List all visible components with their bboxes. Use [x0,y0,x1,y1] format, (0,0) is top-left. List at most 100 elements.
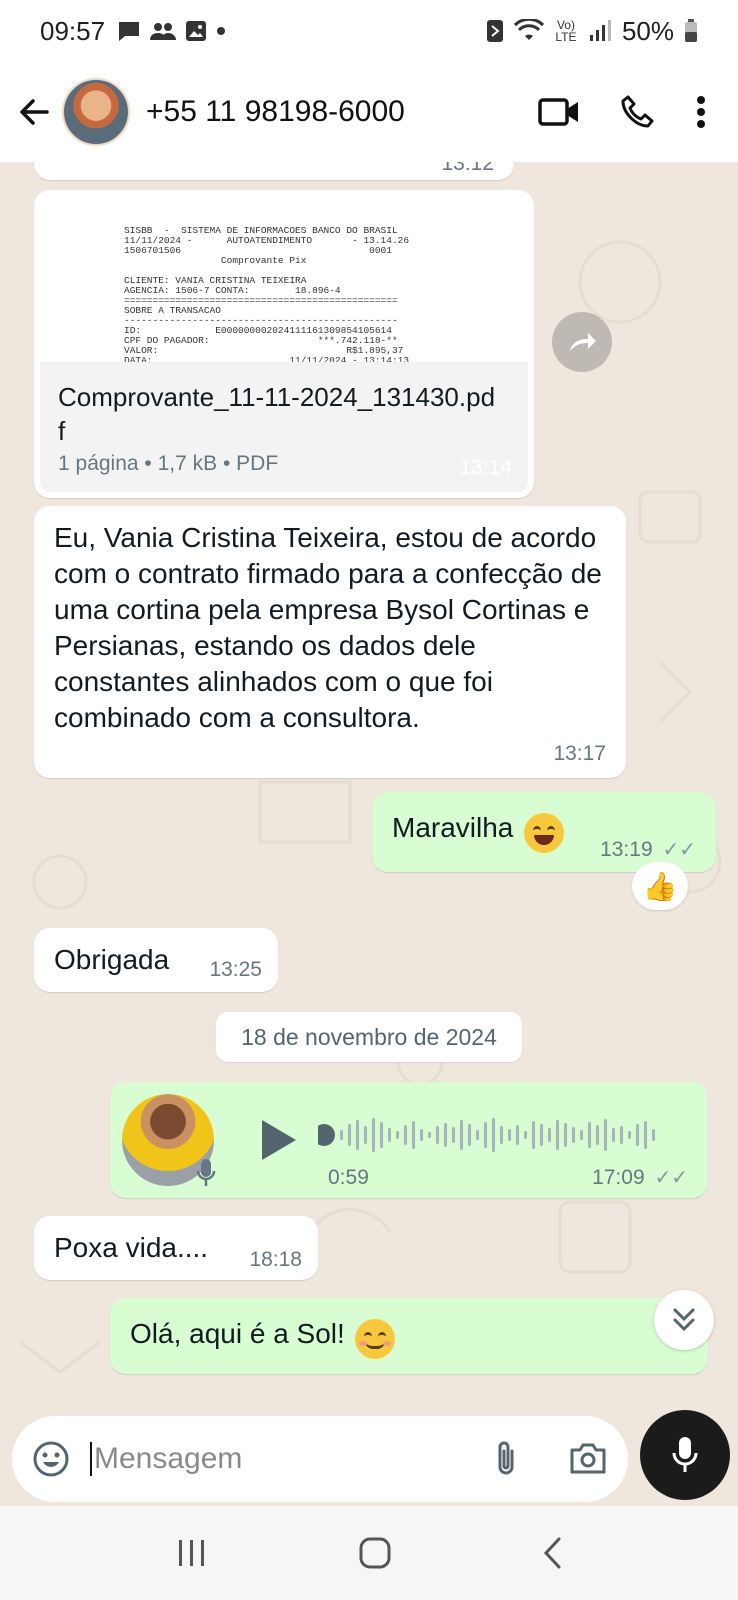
document-file-name: Comprovante_11-11-2024_131430.pdf [58,382,496,446]
message-time-wrap: 13:19 ✓✓ [600,837,696,862]
waveform-bar [348,1124,351,1146]
recents-icon[interactable] [175,1538,209,1568]
waveform-bar [596,1125,599,1145]
waveform-bar [548,1128,551,1142]
message-text: Maravilha [392,812,514,843]
phone-icon[interactable] [620,94,656,130]
smiling-face-icon [355,1318,396,1359]
waveform-bar [460,1120,463,1150]
waveform-bar [612,1128,615,1142]
document-info: Comprovante_11-11-2024_131430.pdf 1 pági… [40,362,528,492]
battery-percent: 50% [621,15,674,46]
waveform-bar [340,1130,343,1140]
waveform-bar [652,1129,655,1141]
waveform-bar [468,1124,471,1146]
header-actions [538,94,726,130]
message-text: Olá, aqui é a Sol! [130,1318,345,1349]
message-time: 13:12 [441,162,494,175]
voice-duration: 0:59 [328,1166,369,1189]
play-icon[interactable] [258,1118,298,1162]
attach-icon[interactable] [492,1439,520,1479]
wifi-icon [513,19,544,40]
waveform-bar [556,1120,559,1150]
waveform-bar [532,1121,535,1149]
mic-icon [196,1158,216,1194]
waveform-bar [372,1118,375,1152]
outgoing-message[interactable]: Olá, aqui é a Sol! [110,1298,708,1374]
camera-icon[interactable] [568,1442,608,1476]
message-time: 18:18 [249,1248,302,1271]
waveform-bar [452,1127,455,1143]
waveform-bar [412,1121,415,1149]
waveform-bar [428,1132,431,1138]
grinning-face-icon [523,812,564,853]
message-time: 13:25 [209,958,262,981]
double-chevron-down-icon [673,1308,695,1332]
waveform-bar [476,1130,479,1140]
battery-icon [685,19,697,42]
status-right-icons: Vo) LTE 50% [486,16,698,47]
message-input[interactable] [90,1442,450,1476]
status-bar: 09:57 Vo) LTE 50% [0,0,738,62]
document-meta: 1 página • 1,7 kB • PDF [58,452,279,475]
waveform-bar [516,1125,519,1145]
waveform-bar [580,1130,583,1140]
message-time: 13:17 [553,742,606,765]
more-icon[interactable] [696,95,706,129]
home-icon[interactable] [358,1536,392,1570]
emoji-icon[interactable] [32,1440,70,1478]
incoming-message[interactable]: Poxa vida.... 18:18 [34,1216,318,1280]
volte-icon: Vo) LTE [555,18,577,44]
waveform-bar [356,1120,359,1150]
message-composer[interactable] [12,1416,628,1502]
incoming-message[interactable]: Eu, Vania Cristina Teixeira, estou de ac… [34,506,626,778]
back-nav-icon[interactable] [541,1536,563,1570]
waveform-bar [500,1126,503,1144]
chat-header: +55 11 98198-6000 [0,62,738,162]
outgoing-message[interactable]: Maravilha 13:19 ✓✓ [372,792,716,872]
document-preview-text: SISBB - SISTEMA DE INFORMACOES BANCO DO … [124,225,410,363]
contact-name[interactable]: +55 11 98198-6000 [146,95,405,129]
chat-area[interactable]: 13:12 SISBB - SISTEMA DE INFORMACOES BAN… [0,162,738,1410]
signal-icon [589,20,611,41]
status-time: 09:57 [40,15,106,46]
waveform-bar [540,1124,543,1146]
waveform-bar [436,1126,439,1144]
waveform-bar [388,1128,391,1142]
message-time: 13:14 [459,456,512,479]
status-left-icons [117,20,227,42]
partial-message[interactable]: 13:12 [34,162,514,180]
double-check-icon: ✓✓ [662,839,696,861]
nfc-icon [486,20,503,42]
waveform-bar [380,1122,383,1148]
waveform-bar [628,1131,631,1139]
voice-record-button[interactable] [640,1410,730,1500]
back-arrow-icon[interactable] [12,90,56,134]
image-icon [186,21,207,41]
system-nav-bar [0,1506,738,1600]
waveform-bar [492,1118,495,1152]
waveform-bar [396,1131,399,1139]
waveform-bar [524,1131,527,1139]
audio-waveform[interactable] [318,1112,658,1158]
contact-avatar[interactable] [62,78,130,146]
forward-icon [570,333,596,351]
waveform-bar [604,1119,607,1151]
waveform-bar [364,1126,367,1144]
waveform-bar [572,1127,575,1143]
forward-button[interactable] [552,312,612,372]
message-text: Obrigada [54,944,170,975]
waveform-bar [564,1123,567,1147]
date-divider: 18 de novembro de 2024 [216,1012,522,1062]
waveform-bar [484,1122,487,1148]
video-call-icon[interactable] [538,97,580,127]
scroll-to-bottom-button[interactable] [654,1290,714,1350]
waveform-bar [404,1125,407,1145]
document-preview[interactable]: SISBB - SISTEMA DE INFORMACOES BANCO DO … [40,196,528,362]
document-message[interactable]: SISBB - SISTEMA DE INFORMACOES BANCO DO … [34,190,534,498]
voice-message[interactable]: 0:59 17:09 ✓✓ [110,1082,708,1198]
reaction-thumbs-up[interactable]: 👍 [632,862,688,910]
mic-icon [672,1437,698,1472]
incoming-message[interactable]: Obrigada 13:25 [34,928,278,992]
message-time-wrap: 17:09 ✓✓ [592,1165,688,1190]
